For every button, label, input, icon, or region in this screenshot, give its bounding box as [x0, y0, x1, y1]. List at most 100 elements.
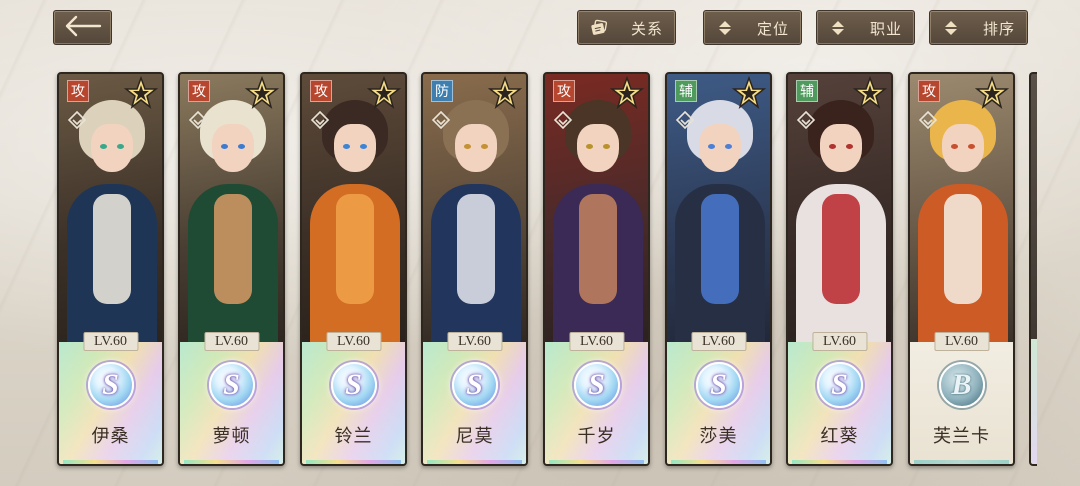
portrait-eye [951, 144, 958, 149]
rank-letter: S [345, 368, 362, 401]
role-badge: 攻 [918, 80, 940, 102]
level-label: LV.60 [933, 332, 990, 351]
class-icon [553, 110, 573, 130]
star-icon [245, 76, 279, 109]
portrait-face [334, 124, 376, 172]
rank-letter: S [466, 368, 483, 401]
character-name: 千岁 [577, 426, 616, 447]
portrait-accent [944, 194, 982, 304]
character-card[interactable]: 攻 LV.60 S 伊桑 [57, 72, 164, 466]
portrait-eye [360, 144, 367, 149]
level-label: LV.60 [690, 332, 747, 351]
role-badge: 攻 [553, 80, 575, 102]
character-card[interactable]: 辅 LV.60 S 莎美 [665, 72, 772, 466]
character-card[interactable]: 攻 LV.60 S 铃兰 [300, 72, 407, 466]
class-icon [918, 110, 938, 130]
portrait-face [212, 124, 254, 172]
role-label: 攻 [314, 84, 328, 100]
star-icon [488, 76, 522, 109]
role-badge: 攻 [67, 80, 89, 102]
portrait-eye [968, 144, 975, 149]
portrait-eye [846, 144, 853, 149]
portrait-face [699, 124, 741, 172]
role-label: 防 [435, 84, 449, 100]
portrait-eye [829, 144, 836, 149]
rank-badge: S [87, 362, 134, 408]
star-icon [853, 76, 887, 109]
character-name: 红葵 [820, 426, 859, 447]
rank-letter: B [951, 368, 972, 401]
character-card[interactable]: 攻 LV.60 S 萝顿 [178, 72, 285, 466]
portrait-face [91, 124, 133, 172]
rank-badge: S [816, 362, 863, 408]
level-label: LV.60 [82, 332, 139, 351]
role-label: 辅 [800, 84, 814, 100]
portrait-accent [93, 194, 131, 304]
character-card[interactable]: 辅 LV.60 S 红葵 [786, 72, 893, 466]
portrait-eye [117, 144, 124, 149]
rank-badge: S [451, 362, 498, 408]
role-badge: 攻 [188, 80, 210, 102]
portrait-eye [725, 144, 732, 149]
partial-character-card[interactable] [1029, 72, 1037, 466]
rank-badge: S [330, 362, 377, 408]
portrait-eye [238, 144, 245, 149]
class-icon [67, 110, 87, 130]
star-icon [610, 76, 644, 109]
star-icon [732, 76, 766, 109]
level-label: LV.60 [446, 332, 503, 351]
class-icon [188, 110, 208, 130]
character-name: 铃兰 [334, 426, 373, 447]
role-label: 攻 [922, 84, 936, 100]
portrait-accent [579, 194, 617, 304]
character-card[interactable]: 攻 LV.60 B 芙兰卡 [908, 72, 1015, 466]
portrait-eye [586, 144, 593, 149]
rank-badge: B [938, 362, 985, 408]
character-name: 伊桑 [91, 426, 130, 447]
character-name: 萝顿 [212, 426, 251, 447]
character-name: 尼莫 [455, 426, 494, 447]
class-icon [675, 110, 695, 130]
rank-letter: S [223, 368, 240, 401]
level-label: LV.60 [203, 332, 260, 351]
role-label: 攻 [557, 84, 571, 100]
portrait-accent [336, 194, 374, 304]
portrait-accent [701, 194, 739, 304]
level-label: LV.60 [811, 332, 868, 351]
portrait-eye [464, 144, 471, 149]
level-label: LV.60 [568, 332, 625, 351]
level-label: LV.60 [325, 332, 382, 351]
rank-letter: S [588, 368, 605, 401]
role-badge: 攻 [310, 80, 332, 102]
rank-letter: S [102, 368, 119, 401]
class-icon [796, 110, 816, 130]
role-label: 攻 [192, 84, 206, 100]
portrait-face [455, 124, 497, 172]
class-icon [310, 110, 330, 130]
rank-letter: S [831, 368, 848, 401]
star-icon [975, 76, 1009, 109]
character-card-list: 攻 LV.60 S 伊桑 攻 LV.60 S 萝顿 攻 LV.60 S 铃兰 防… [0, 0, 1080, 486]
class-icon [431, 110, 451, 130]
portrait-eye [100, 144, 107, 149]
portrait-face [942, 124, 984, 172]
character-card[interactable]: 攻 LV.60 S 千岁 [543, 72, 650, 466]
portrait-eye [708, 144, 715, 149]
role-badge: 辅 [796, 80, 818, 102]
portrait-accent [822, 194, 860, 304]
role-label: 辅 [679, 84, 693, 100]
rank-letter: S [710, 368, 727, 401]
portrait-eye [221, 144, 228, 149]
portrait-face [820, 124, 862, 172]
role-badge: 防 [431, 80, 453, 102]
character-card[interactable]: 防 LV.60 S 尼莫 [421, 72, 528, 466]
character-name: 莎美 [699, 426, 738, 447]
portrait-eye [603, 144, 610, 149]
character-name: 芙兰卡 [933, 426, 990, 447]
star-icon [124, 76, 158, 109]
role-badge: 辅 [675, 80, 697, 102]
portrait-face [577, 124, 619, 172]
portrait-accent [214, 194, 252, 304]
portrait-accent [457, 194, 495, 304]
rank-badge: S [208, 362, 255, 408]
